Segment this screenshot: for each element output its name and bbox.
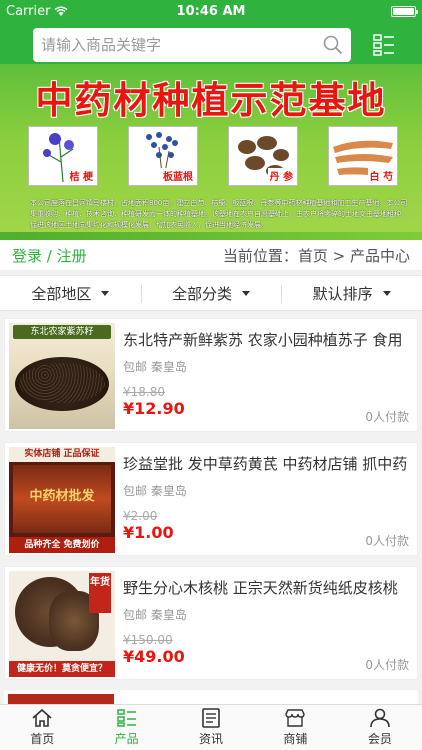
filter-region[interactable]: 全部地区 xyxy=(0,283,141,304)
search-icon[interactable] xyxy=(323,35,343,55)
carrier-label: Carrier xyxy=(6,3,51,19)
product-title: 东北特产新鲜紫苏 农家小园种植苏子 食用 xyxy=(123,331,403,349)
filter-bar: 全部地区 全部分类 默认排序 xyxy=(0,275,422,311)
search-box[interactable] xyxy=(33,28,351,62)
herb-image: 白 芍 xyxy=(328,126,398,186)
wifi-icon xyxy=(54,6,68,16)
home-icon xyxy=(32,708,52,727)
tab-shops[interactable]: 商铺 xyxy=(253,705,337,750)
list-icon xyxy=(116,709,136,727)
original-price: ¥2.00 xyxy=(123,509,158,523)
grid-menu-icon[interactable] xyxy=(373,34,395,56)
filter-category[interactable]: 全部分类 xyxy=(140,283,282,304)
tab-home[interactable]: 首页 xyxy=(0,705,84,750)
product-list: 东北农家紫苏籽 东北特产新鲜紫苏 农家小园种植苏子 食用 包邮 秦皇岛 ¥18.… xyxy=(0,318,422,710)
tab-bar: 首页 产品 资讯 商铺 会员 xyxy=(0,704,422,750)
tab-member[interactable]: 会员 xyxy=(338,705,422,750)
tab-products[interactable]: 产品 xyxy=(84,705,168,750)
product-location: 包邮 秦皇岛 xyxy=(123,360,187,374)
login-link[interactable]: 登录 xyxy=(12,247,42,265)
login-bar: 登录 / 注册 当前位置：首页 > 产品中心 xyxy=(0,240,422,270)
herb-image: 桔 梗 xyxy=(28,126,98,186)
caret-down-icon xyxy=(242,290,251,296)
product-location: 包邮 秦皇岛 xyxy=(123,608,187,622)
original-price: ¥150.00 xyxy=(123,633,173,647)
status-bar: Carrier 10:46 AM xyxy=(0,0,422,22)
promo-banner[interactable]: 中药材种植示范基地 桔 梗 板蓝根 丹 参 白 芍 本公司座落在昌河镇马楼村，占… xyxy=(0,64,422,240)
herb-image: 板蓝根 xyxy=(128,126,198,186)
banner-description: 本公司座落在昌河镇马楼村，占地面积800亩。建立白芍、桔梗、板蓝根、丹参等中药材… xyxy=(30,199,408,229)
register-link[interactable]: 注册 xyxy=(57,247,87,265)
product-item[interactable]: 年货 健康无价！莫贪便宜？ 野生分心木核桃 正宗天然新货纯纸皮核桃 包邮 秦皇岛… xyxy=(4,566,418,680)
caret-down-icon xyxy=(382,290,391,296)
buyer-count: 0人付款 xyxy=(365,534,409,548)
product-image: 年货 健康无价！莫贪便宜？ xyxy=(9,571,115,677)
shop-icon xyxy=(285,709,306,727)
caret-down-icon xyxy=(101,290,110,296)
breadcrumb: 当前位置：首页 > 产品中心 xyxy=(222,246,410,265)
product-title: 珍益堂批 发中草药黄芪 中药材店铺 抓中药 xyxy=(123,455,408,473)
buyer-count: 0人付款 xyxy=(365,658,409,672)
herb-image: 丹 参 xyxy=(228,126,298,186)
product-location: 包邮 秦皇岛 xyxy=(123,484,187,498)
product-item[interactable]: 实体店铺 正品保证 中药材批发 品种齐全 免费划价 珍益堂批 发中草药黄芪 中药… xyxy=(4,442,418,556)
product-title: 野生分心木核桃 正宗天然新货纯纸皮核桃 xyxy=(123,579,398,597)
user-icon xyxy=(370,708,390,728)
buyer-count: 0人付款 xyxy=(365,410,409,424)
search-input[interactable] xyxy=(41,36,323,54)
product-image: 实体店铺 正品保证 中药材批发 品种齐全 免费划价 xyxy=(9,447,115,553)
clock: 10:46 AM xyxy=(176,3,246,19)
banner-title: 中药材种植示范基地 xyxy=(35,78,387,122)
tab-news[interactable]: 资讯 xyxy=(169,705,253,750)
product-image: 东北农家紫苏籽 xyxy=(9,323,115,429)
filter-sort[interactable]: 默认排序 xyxy=(281,283,422,304)
battery-icon xyxy=(391,5,418,17)
product-item[interactable]: 东北农家紫苏籽 东北特产新鲜紫苏 农家小园种植苏子 食用 包邮 秦皇岛 ¥18.… xyxy=(4,318,418,432)
original-price: ¥18.80 xyxy=(123,385,165,399)
news-icon xyxy=(202,708,220,728)
header: Carrier 10:46 AM xyxy=(0,0,422,64)
